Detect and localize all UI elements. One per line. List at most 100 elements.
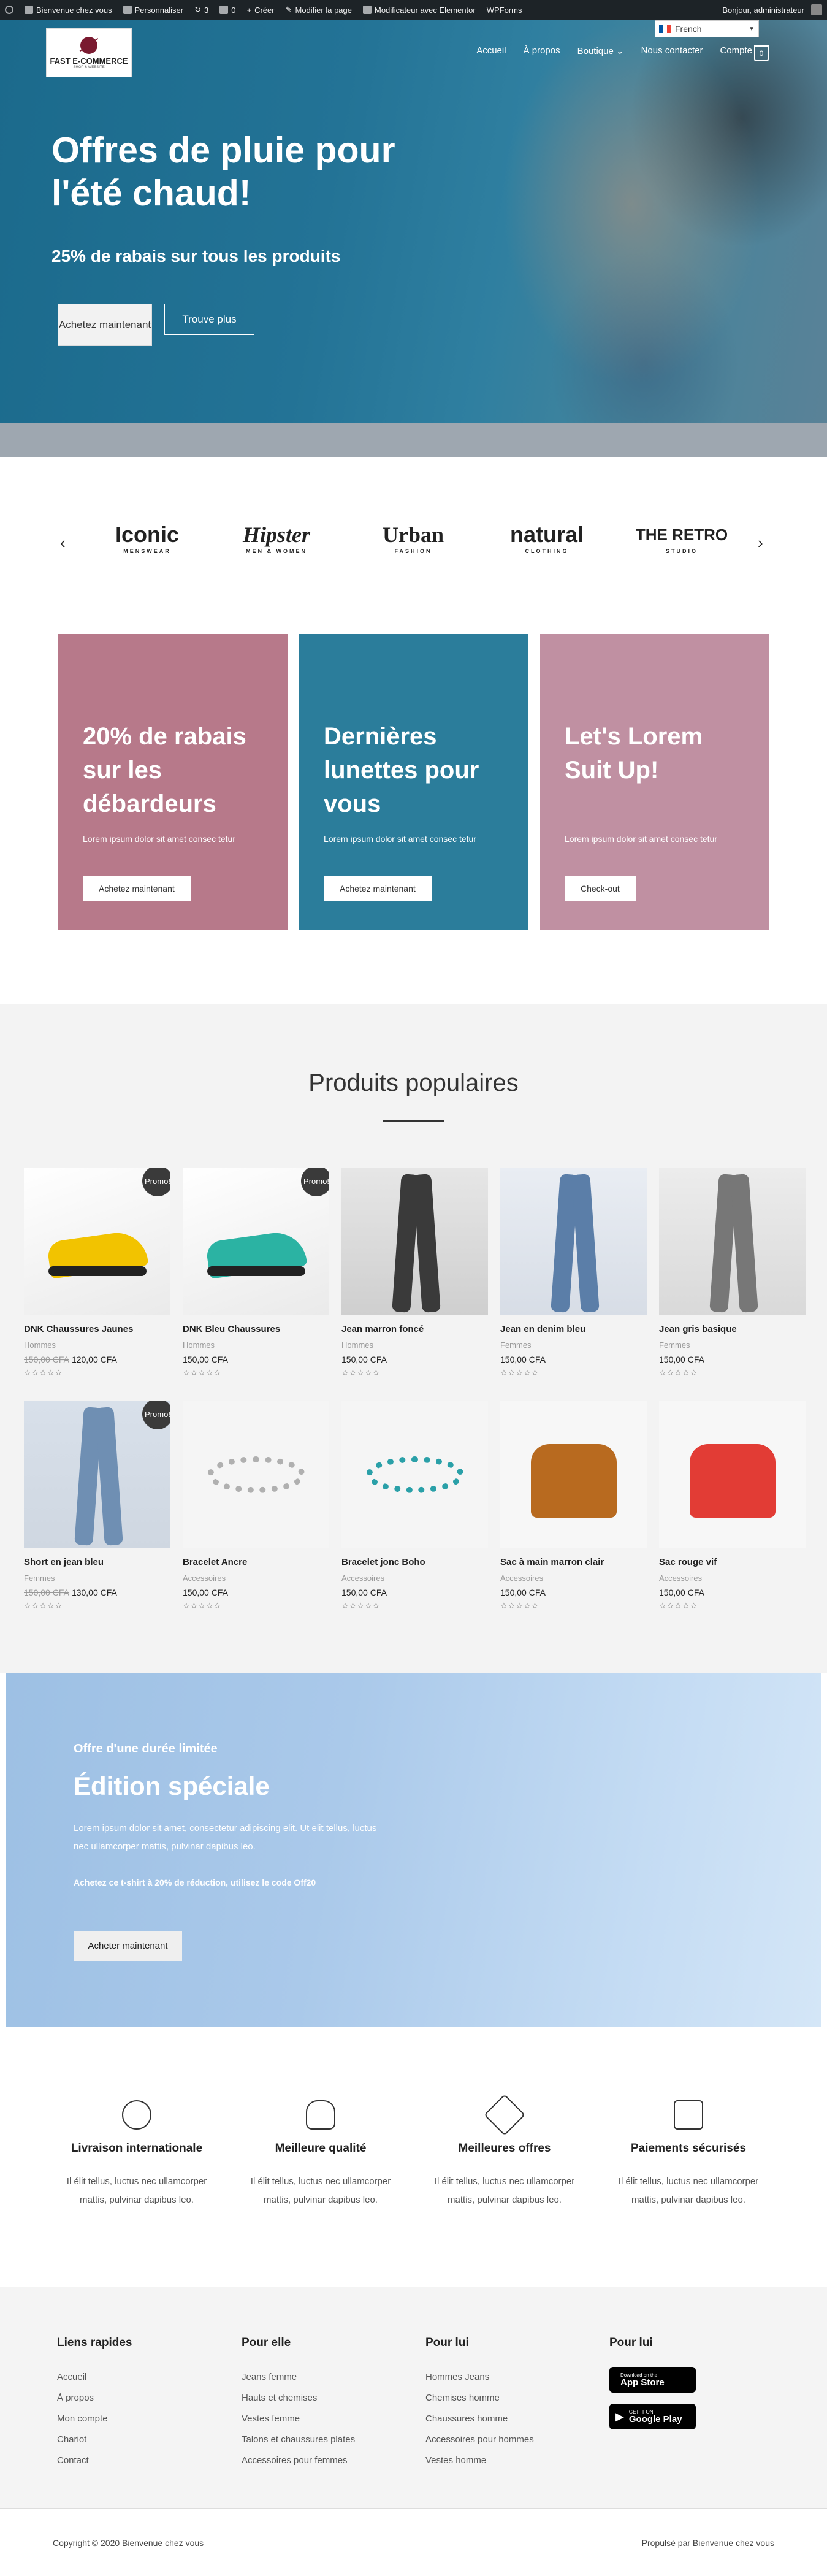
product-name[interactable]: DNK Chaussures Jaunes <box>24 1324 170 1334</box>
footer-link[interactable]: Mon compte <box>57 2409 210 2429</box>
admin-elementor-link[interactable]: Modificateur avec Elementor <box>362 6 476 15</box>
footer-link[interactable]: Chemises homme <box>425 2388 579 2409</box>
hero-subtitle: 25% de rabais sur tous les produits <box>51 247 341 266</box>
promo-badge: Promo! <box>142 1168 170 1196</box>
product-name[interactable]: Jean marron foncé <box>341 1324 488 1334</box>
admin-wpforms-link[interactable]: WPForms <box>487 6 522 15</box>
footer-link[interactable]: Chaussures homme <box>425 2409 579 2429</box>
product-card[interactable]: Promo! Short en jean bleu Femmes 150,00 CFA… <box>24 1401 170 1611</box>
product-name[interactable]: DNK Bleu Chaussures <box>183 1324 329 1334</box>
product-name[interactable]: Bracelet jonc Boho <box>341 1557 488 1567</box>
brand-logo[interactable]: Hipster MEN & WOMEN <box>227 521 326 570</box>
product-name[interactable]: Jean gris basique <box>659 1324 806 1334</box>
footer-link[interactable]: Hommes Jeans <box>425 2367 579 2388</box>
nav-item-account[interactable]: Compte <box>711 45 761 56</box>
admin-edit-link[interactable]: ✎ Modifier la page <box>286 5 352 15</box>
feature-title: Livraison internationale <box>71 2142 203 2155</box>
google-play-badge[interactable]: ▶ GET IT ON Google Play <box>609 2404 696 2429</box>
rating-stars: ☆☆☆☆☆ <box>24 1368 63 1377</box>
admin-updates-link[interactable]: ↻ 3 <box>194 5 208 15</box>
product-image[interactable] <box>500 1401 647 1548</box>
cart-icon[interactable]: 0 <box>754 45 769 61</box>
logo-subtitle: SHOP & WEBSITE <box>73 65 105 69</box>
footer-link[interactable]: Jeans femme <box>242 2367 395 2388</box>
product-category[interactable]: Accessoires <box>183 1573 329 1583</box>
brand-tag: FASHION <box>394 548 432 554</box>
product-card[interactable]: Jean marron foncé Hommes 150,00 CFA ☆☆☆☆☆ <box>341 1168 488 1378</box>
banner-button[interactable]: Achetez maintenant <box>324 876 432 901</box>
product-image[interactable] <box>500 1168 647 1315</box>
footer-link[interactable]: Accessoires pour hommes <box>425 2429 579 2450</box>
footer-link[interactable]: Vestes homme <box>425 2450 579 2471</box>
divider-band <box>0 423 827 457</box>
product-name[interactable]: Short en jean bleu <box>24 1557 170 1567</box>
hero-buy-button[interactable]: Achetez maintenant <box>58 304 152 346</box>
footer-link[interactable]: Contact <box>57 2450 210 2471</box>
product-name[interactable]: Bracelet Ancre <box>183 1557 329 1567</box>
product-category[interactable]: Femmes <box>24 1573 170 1583</box>
brand-logo[interactable]: Urban FASHION <box>364 521 462 570</box>
app-store-badge[interactable]: Download on the App Store <box>609 2367 696 2393</box>
special-buy-button[interactable]: Acheter maintenant <box>74 1931 182 1961</box>
product-card[interactable]: Promo! DNK Chaussures Jaunes Hommes 150,00 … <box>24 1168 170 1378</box>
banner-button[interactable]: Achetez maintenant <box>83 876 191 901</box>
brand-logo[interactable]: natural CLOTHING <box>498 521 596 570</box>
wordpress-logo-icon[interactable] <box>5 6 13 14</box>
product-image[interactable] <box>659 1168 806 1315</box>
banner-button[interactable]: Check-out <box>565 876 636 901</box>
language-select[interactable]: French ▼ <box>655 20 759 37</box>
current-price: 150,00 CFA <box>183 1355 228 1364</box>
product-category[interactable]: Accessoires <box>500 1573 647 1583</box>
nav-item-shop[interactable]: Boutique ⌄ <box>569 45 633 56</box>
product-card[interactable]: Bracelet jonc Boho Accessoires 150,00 CFA ☆… <box>341 1401 488 1611</box>
product-category[interactable]: Hommes <box>24 1340 170 1350</box>
product-card[interactable]: Jean en denim bleu Femmes 150,00 CFA ☆☆☆☆☆ <box>500 1168 647 1378</box>
site-logo[interactable]: FAST E-COMMERCE SHOP & WEBSITE <box>46 28 132 77</box>
brand-logo[interactable]: Iconic MENSWEAR <box>98 521 196 570</box>
product-image[interactable]: Promo! <box>183 1168 329 1315</box>
product-card[interactable]: Promo! DNK Bleu Chaussures Hommes 150,00 CF… <box>183 1168 329 1378</box>
main-nav: Accueil À propos Boutique ⌄ Nous contact… <box>468 45 761 56</box>
product-category[interactable]: Accessoires <box>659 1573 806 1583</box>
product-card[interactable]: Jean gris basique Femmes 150,00 CFA ☆☆☆☆☆ <box>659 1168 806 1378</box>
product-category[interactable]: Femmes <box>500 1340 647 1350</box>
product-card[interactable]: Sac rouge vif Accessoires 150,00 CFA ☆☆☆☆☆ <box>659 1401 806 1611</box>
admin-account-link[interactable]: Bonjour, administrateur <box>722 4 822 15</box>
footer-link[interactable]: Chariot <box>57 2429 210 2450</box>
product-image[interactable]: Promo! <box>24 1168 170 1315</box>
footer-link[interactable]: À propos <box>57 2388 210 2409</box>
admin-new-link[interactable]: + Créer <box>246 6 274 15</box>
product-category[interactable]: Accessoires <box>341 1573 488 1583</box>
product-category[interactable]: Hommes <box>183 1340 329 1350</box>
brand-logo[interactable]: THE RETRO STUDIO <box>633 521 731 570</box>
admin-customize-link[interactable]: Personnaliser <box>123 6 183 15</box>
footer-link[interactable]: Accessoires pour femmes <box>242 2450 395 2471</box>
footer-link[interactable]: Hauts et chemises <box>242 2388 395 2409</box>
product-image[interactable]: Promo! <box>24 1401 170 1548</box>
nav-item-contact[interactable]: Nous contacter <box>633 45 712 56</box>
product-name[interactable]: Jean en denim bleu <box>500 1324 647 1334</box>
product-category[interactable]: Femmes <box>659 1340 806 1350</box>
footer-link[interactable]: Accueil <box>57 2367 210 2388</box>
product-image[interactable] <box>341 1168 488 1315</box>
chevron-left-icon[interactable]: ‹ <box>60 533 66 552</box>
nav-item-about[interactable]: À propos <box>515 45 569 56</box>
product-name[interactable]: Sac à main marron clair <box>500 1557 647 1567</box>
hero-image <box>398 20 827 423</box>
chevron-right-icon[interactable]: › <box>758 533 763 552</box>
footer-link[interactable]: Talons et chaussures plates <box>242 2429 395 2450</box>
product-card[interactable]: Sac à main marron clair Accessoires 150,00… <box>500 1401 647 1611</box>
admin-comments-link[interactable]: 0 <box>219 6 235 15</box>
promo-banner: Dernières lunettes pour vous Lorem ipsum… <box>299 634 528 930</box>
brand-tag: CLOTHING <box>525 548 569 554</box>
product-name[interactable]: Sac rouge vif <box>659 1557 806 1567</box>
nav-item-home[interactable]: Accueil <box>468 45 514 56</box>
product-card[interactable]: Bracelet Ancre Accessoires 150,00 CFA ☆☆☆☆☆ <box>183 1401 329 1611</box>
product-category[interactable]: Hommes <box>341 1340 488 1350</box>
product-image[interactable] <box>183 1401 329 1548</box>
product-image[interactable] <box>659 1401 806 1548</box>
hero-more-button[interactable]: Trouve plus <box>164 304 254 335</box>
admin-site-link[interactable]: Bienvenue chez vous <box>25 6 112 15</box>
product-image[interactable] <box>341 1401 488 1548</box>
footer-link[interactable]: Vestes femme <box>242 2409 395 2429</box>
